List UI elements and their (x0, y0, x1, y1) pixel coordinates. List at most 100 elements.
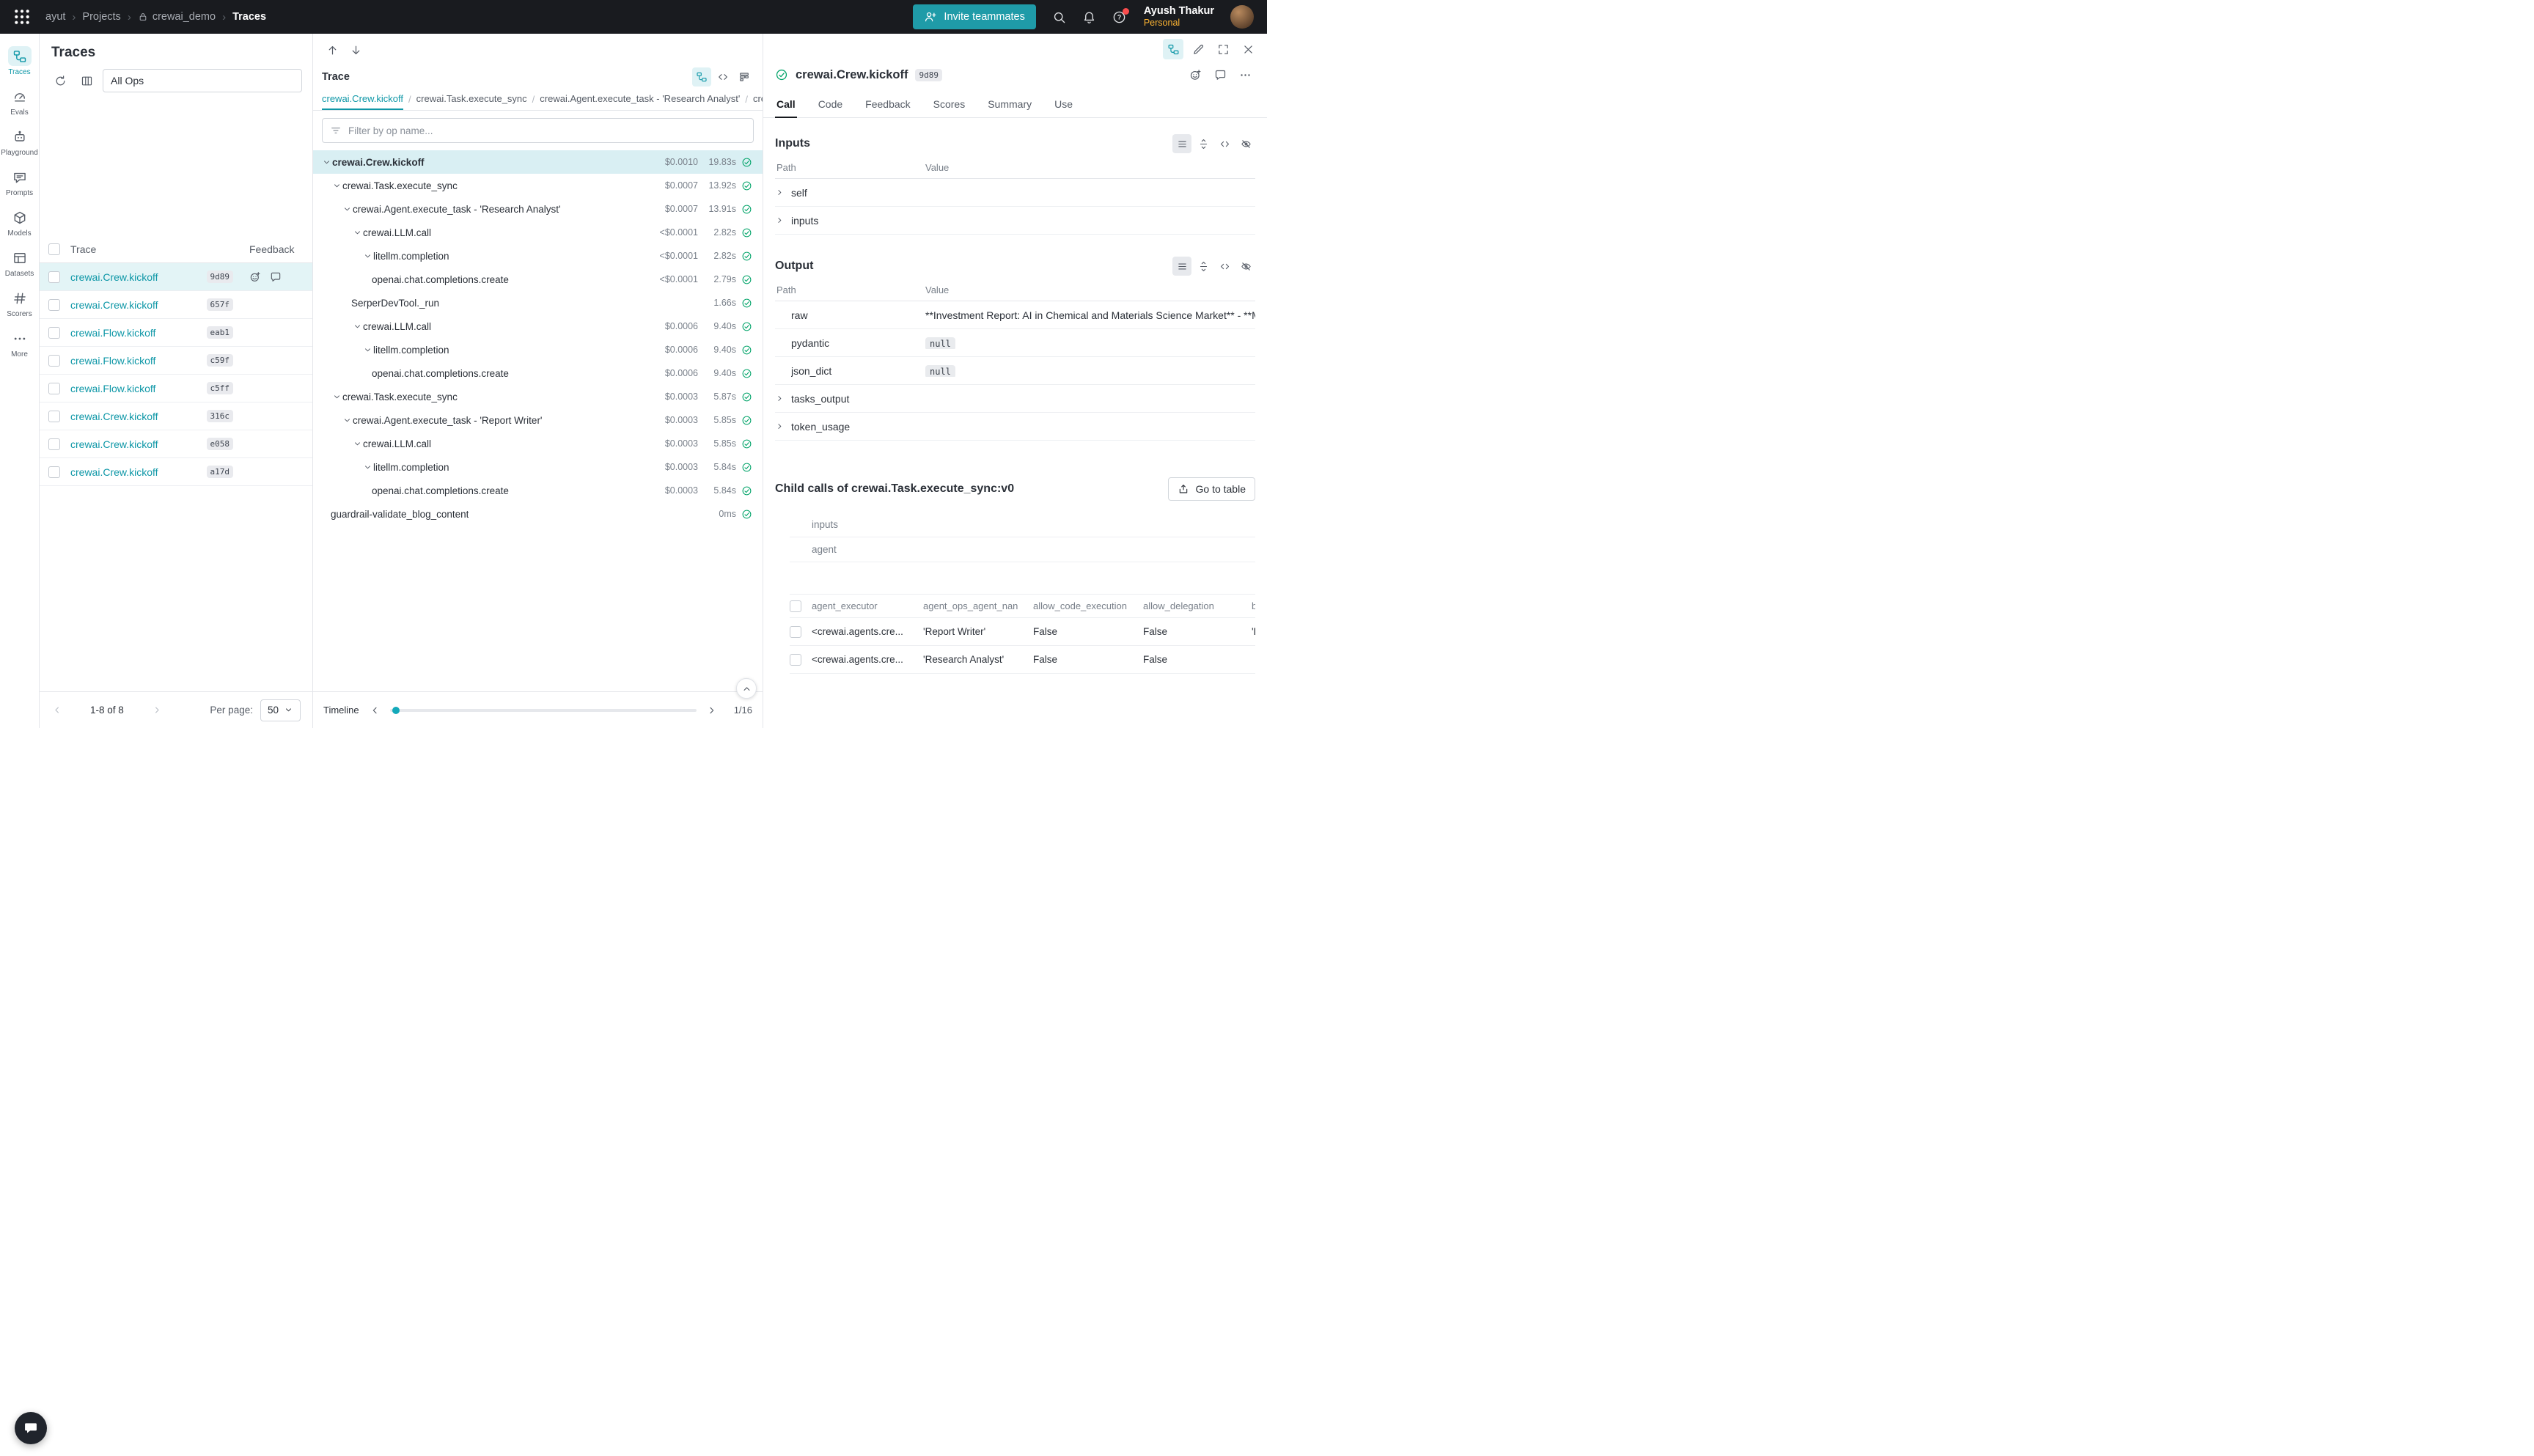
trace-tree-row[interactable]: crewai.Agent.execute_task - 'Report Writ… (313, 408, 763, 432)
chevron-down-icon[interactable] (351, 439, 363, 449)
table-row[interactable]: crewai.Crew.kickoff657f (40, 291, 312, 319)
table-row[interactable]: <crewai.agents.cre...'Research Analyst'F… (790, 646, 1255, 674)
row-checkbox[interactable] (48, 355, 60, 367)
row-checkbox[interactable] (48, 327, 60, 339)
trace-name-link[interactable]: crewai.Flow.kickoff (70, 327, 155, 339)
tab-use[interactable]: Use (1053, 92, 1074, 118)
breadcrumb-entity[interactable]: ayut (45, 11, 65, 23)
tab-code[interactable]: Code (817, 92, 844, 118)
output-row[interactable]: tasks_output (775, 385, 1255, 413)
trace-tree-row[interactable]: crewai.LLM.call<$0.00012.82s (313, 221, 763, 244)
timeline-slider[interactable] (390, 709, 697, 712)
comment-icon[interactable] (270, 271, 282, 283)
trace-tree-row[interactable]: litellm.completion$0.00035.84s (313, 455, 763, 479)
chevron-down-icon[interactable] (351, 322, 363, 331)
trace-tree-row[interactable]: SerperDevTool._run1.66s (313, 291, 763, 315)
trace-name-link[interactable]: crewai.Crew.kickoff (70, 271, 158, 283)
inputs-list-toggle[interactable] (1172, 134, 1191, 153)
add-reaction-button[interactable] (1185, 65, 1205, 85)
tab-summary[interactable]: Summary (986, 92, 1033, 118)
columns-button[interactable] (76, 70, 97, 91)
child-select-all-checkbox[interactable] (790, 600, 801, 612)
trace-tree-row[interactable]: openai.chat.completions.create<$0.00012.… (313, 268, 763, 291)
tree-view-toggle[interactable] (692, 67, 711, 87)
avatar[interactable] (1230, 5, 1254, 29)
add-reaction-icon[interactable] (249, 271, 261, 283)
comment-button[interactable] (1210, 65, 1230, 85)
sidebar-item-datasets[interactable]: Datasets (0, 243, 40, 283)
trace-tree-row[interactable]: crewai.Task.execute_sync$0.000713.92s (313, 174, 763, 197)
tab-feedback[interactable]: Feedback (864, 92, 911, 118)
output-row[interactable]: raw**Investment Report: AI in Chemical a… (775, 301, 1255, 329)
breadcrumb-projects[interactable]: Projects (82, 11, 120, 23)
trace-breadcrumb-item[interactable]: crewai.LLM.cal (753, 88, 763, 110)
input-row[interactable]: self (775, 179, 1255, 207)
trace-name-link[interactable]: crewai.Crew.kickoff (70, 411, 158, 422)
output-unfold-toggle[interactable] (1194, 257, 1213, 276)
sidebar-item-prompts[interactable]: Prompts (0, 162, 40, 202)
chevron-down-icon[interactable] (320, 158, 332, 167)
chevron-right-icon[interactable] (775, 216, 791, 225)
table-row[interactable]: crewai.Crew.kickoffe058 (40, 430, 312, 458)
row-checkbox[interactable] (790, 626, 801, 638)
row-checkbox[interactable] (48, 411, 60, 422)
trace-tree-row[interactable]: crewai.LLM.call$0.00069.40s (313, 315, 763, 338)
select-all-checkbox[interactable] (48, 243, 60, 255)
trace-tree-row[interactable]: openai.chat.completions.create$0.00035.8… (313, 479, 763, 502)
next-call-button[interactable] (345, 40, 366, 60)
trace-tree-row[interactable]: litellm.completion$0.00069.40s (313, 338, 763, 361)
wandb-logo[interactable] (7, 2, 37, 32)
ellipsis-button[interactable] (1235, 65, 1255, 85)
sidebar-item-playground[interactable]: Playground (0, 122, 40, 162)
breadcrumb-project[interactable]: crewai_demo (138, 11, 216, 23)
row-checkbox[interactable] (790, 654, 801, 666)
inputs-eye-off-toggle[interactable] (1236, 134, 1255, 153)
trace-name-link[interactable]: crewai.Flow.kickoff (70, 355, 155, 367)
table-row[interactable]: crewai.Crew.kickoffa17d (40, 458, 312, 486)
bell-icon[interactable] (1082, 10, 1096, 24)
trace-tree-row[interactable]: guardrail-validate_blog_content0ms (313, 502, 763, 526)
row-checkbox[interactable] (48, 383, 60, 394)
chevron-down-icon[interactable] (341, 205, 353, 214)
chevron-down-icon[interactable] (341, 416, 353, 425)
prev-page-button[interactable] (51, 705, 62, 716)
trace-tree-row[interactable]: crewai.Agent.execute_task - 'Research An… (313, 197, 763, 221)
per-page-select[interactable]: 50 (260, 699, 301, 721)
invite-teammates-button[interactable]: Invite teammates (913, 4, 1035, 29)
trace-name-link[interactable]: crewai.Flow.kickoff (70, 383, 155, 394)
trace-name-link[interactable]: crewai.Crew.kickoff (70, 438, 158, 450)
output-list-toggle[interactable] (1172, 257, 1191, 276)
help-icon[interactable]: ? (1112, 10, 1126, 24)
row-checkbox[interactable] (48, 438, 60, 450)
user-menu[interactable]: Ayush Thakur Personal (1144, 4, 1214, 29)
input-row[interactable]: inputs (775, 207, 1255, 235)
previous-call-button[interactable] (322, 40, 342, 60)
sidebar-item-more[interactable]: More (0, 323, 40, 364)
table-row[interactable]: crewai.Crew.kickoff9d89 (40, 263, 312, 291)
output-code-toggle[interactable] (1215, 257, 1234, 276)
op-filter-input[interactable] (348, 125, 746, 136)
tab-scores[interactable]: Scores (932, 92, 967, 118)
inputs-unfold-toggle[interactable] (1194, 134, 1213, 153)
expand-button[interactable] (1213, 39, 1233, 59)
trace-name-link[interactable]: crewai.Crew.kickoff (70, 299, 158, 311)
next-page-button[interactable] (152, 705, 163, 716)
code-toggle[interactable] (713, 67, 732, 87)
refresh-button[interactable] (50, 70, 70, 91)
pencil-button[interactable] (1188, 39, 1208, 59)
trace-tree-row[interactable]: crewai.LLM.call$0.00035.85s (313, 432, 763, 455)
table-row[interactable]: crewai.Flow.kickoffc59f (40, 347, 312, 375)
timeline-prev-button[interactable] (369, 705, 381, 716)
chevron-down-icon[interactable] (361, 463, 373, 472)
chevron-right-icon[interactable] (775, 188, 791, 197)
trace-name-link[interactable]: crewai.Crew.kickoff (70, 466, 158, 478)
chevron-down-icon[interactable] (331, 181, 342, 191)
timeline-slider-handle[interactable] (392, 707, 400, 714)
inputs-code-toggle[interactable] (1215, 134, 1234, 153)
ops-filter-dropdown[interactable]: All Ops (103, 69, 302, 92)
chevron-down-icon[interactable] (361, 345, 373, 355)
trace-breadcrumb-item[interactable]: crewai.Task.execute_sync (416, 88, 527, 110)
flamegraph-toggle[interactable] (735, 67, 754, 87)
chevron-right-icon[interactable] (775, 422, 791, 431)
sidebar-item-models[interactable]: Models (0, 202, 40, 243)
